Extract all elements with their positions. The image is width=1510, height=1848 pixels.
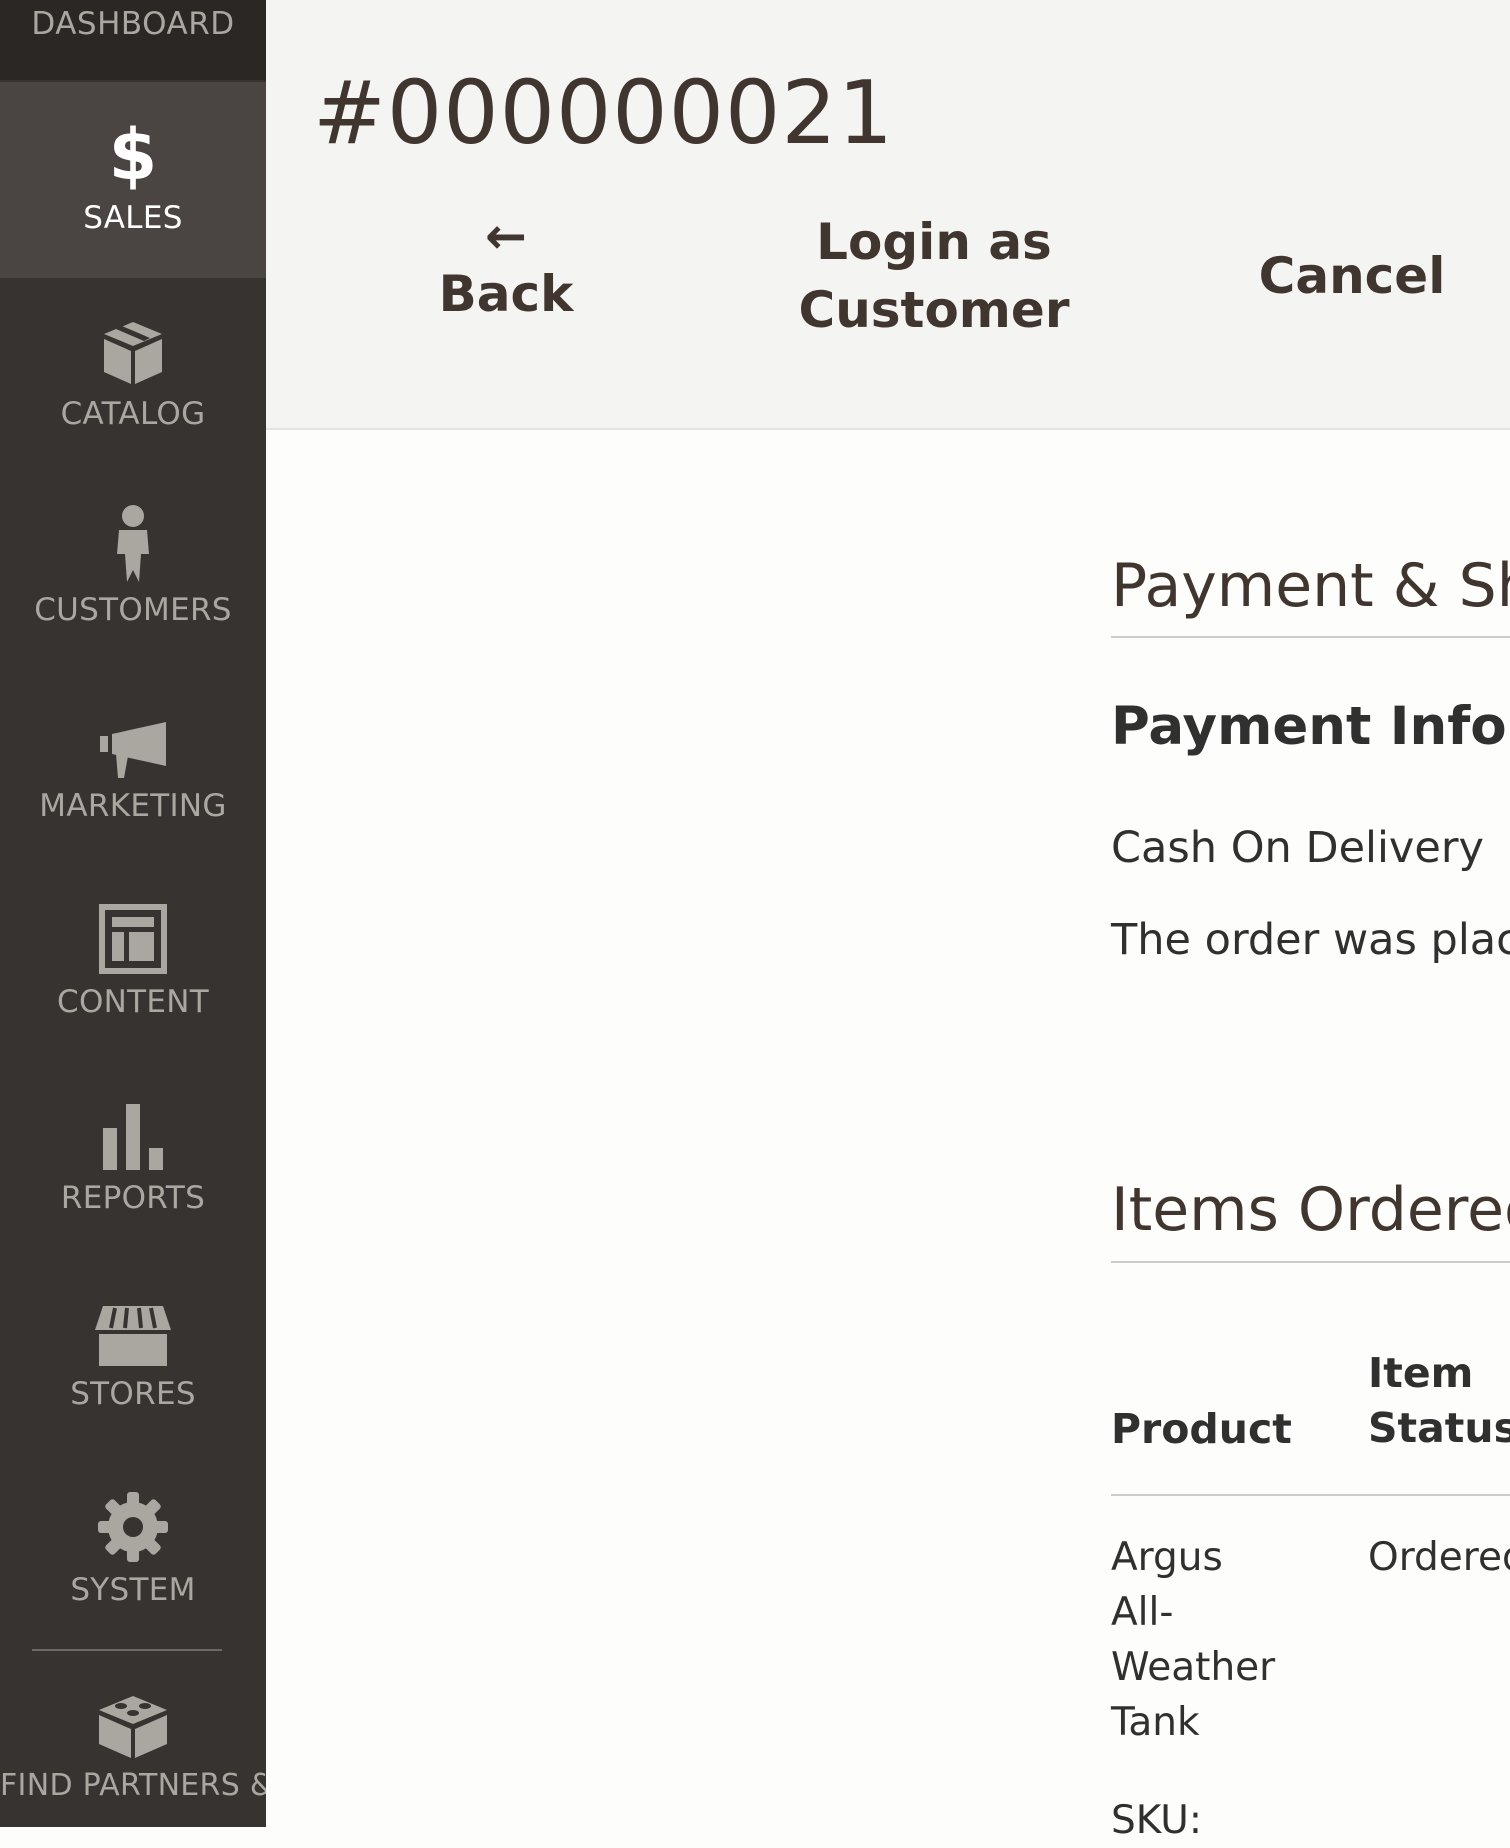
sidebar-item-content[interactable]: CONTENT xyxy=(0,866,266,1062)
product-name-line: Tank xyxy=(1111,1700,1200,1745)
sidebar-item-stores[interactable]: STORES xyxy=(0,1258,266,1454)
sidebar-item-label: CUSTOMERS xyxy=(34,592,232,628)
dollar-glyph: $ xyxy=(108,114,158,196)
payment-shipping-section-title: Payment & Sh xyxy=(1111,551,1510,621)
back-button[interactable]: ← Back xyxy=(426,207,586,328)
column-header-line1: Item xyxy=(1368,1349,1474,1397)
sidebar-item-catalog[interactable]: CATALOG xyxy=(0,278,266,474)
layout-icon xyxy=(0,900,266,974)
box-icon xyxy=(0,312,266,386)
sidebar-item-label: MARKETING xyxy=(39,788,227,824)
storefront-icon xyxy=(0,1292,266,1366)
bar-chart-icon xyxy=(0,1096,266,1170)
sidebar-item-reports[interactable]: REPORTS xyxy=(0,1062,266,1258)
product-name-line: Argus xyxy=(1111,1535,1223,1580)
sidebar-item-marketing[interactable]: MARKETING xyxy=(0,670,266,866)
cancel-button-label: Cancel xyxy=(1258,247,1446,305)
items-ordered-section-title: Items Ordered xyxy=(1111,1175,1510,1245)
login-button-label-line2: Customer xyxy=(798,281,1070,339)
payment-note: The order was place xyxy=(1111,915,1510,965)
page-header: #000000021 ← Back Login as Customer Canc… xyxy=(266,0,1510,430)
column-header-product: Product xyxy=(1111,1405,1292,1453)
product-name-line: All- xyxy=(1111,1590,1174,1635)
sidebar-item-customers[interactable]: CUSTOMERS xyxy=(0,474,266,670)
arrow-left-icon: ← xyxy=(485,207,527,265)
login-button-label-line1: Login as xyxy=(816,213,1052,271)
order-view-content: Payment & Sh Payment Infor Cash On Deliv… xyxy=(266,430,1510,1843)
product-name-line: Weather xyxy=(1111,1645,1276,1690)
sidebar-item-label: CATALOG xyxy=(60,396,206,432)
sidebar-item-sales[interactable]: $ SALES xyxy=(0,82,266,278)
sidebar-item-dashboard[interactable]: DASHBOARD xyxy=(0,0,266,80)
payment-method: Cash On Delivery xyxy=(1111,823,1484,873)
section-divider xyxy=(1111,636,1510,638)
sidebar-item-label: REPORTS xyxy=(60,1180,206,1216)
section-divider xyxy=(1111,1261,1510,1263)
page-title: #000000021 xyxy=(313,62,895,164)
person-icon xyxy=(0,505,266,582)
megaphone-icon xyxy=(0,704,266,778)
sidebar-item-label: FIND PARTNERS & EXTENSIONS xyxy=(0,1768,266,1803)
sidebar-item-find-partners[interactable]: FIND PARTNERS & EXTENSIONS xyxy=(0,1652,266,1827)
table-header-divider xyxy=(1111,1494,1510,1496)
column-header-line2: Status xyxy=(1368,1404,1510,1452)
sidebar-item-label: DASHBOARD xyxy=(31,6,235,42)
back-button-label: Back xyxy=(438,265,574,323)
login-as-customer-button[interactable]: Login as Customer xyxy=(784,208,1084,344)
sidebar-item-label: SYSTEM xyxy=(70,1572,196,1608)
admin-sidebar: DASHBOARD $ SALES CATALOG CUSTOMERS MARK… xyxy=(0,0,266,1827)
sidebar-item-label: STORES xyxy=(70,1376,196,1412)
gear-icon xyxy=(0,1488,266,1562)
sidebar-item-system[interactable]: SYSTEM xyxy=(0,1454,266,1650)
sku-label: SKU: xyxy=(1111,1798,1202,1843)
dollar-icon: $ xyxy=(0,116,266,190)
sidebar-item-label: SALES xyxy=(83,200,183,236)
blocks-icon xyxy=(0,1686,266,1760)
sidebar-divider xyxy=(32,1649,222,1651)
cancel-button[interactable]: Cancel xyxy=(1252,242,1452,310)
sidebar-item-label: CONTENT xyxy=(57,984,209,1020)
column-header-item-status: Item Status xyxy=(1368,1346,1510,1456)
payment-information-title: Payment Infor xyxy=(1111,696,1510,757)
item-status: Ordered xyxy=(1368,1535,1510,1580)
product-name[interactable]: Argus All- Weather Tank xyxy=(1111,1530,1275,1750)
